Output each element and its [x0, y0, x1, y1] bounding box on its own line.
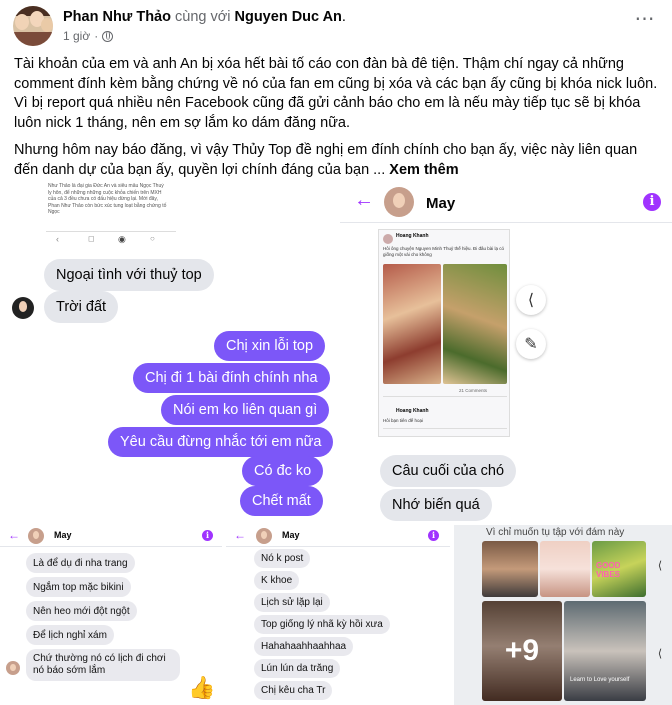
- message-bubble: Ngắm top mặc bikini: [26, 577, 131, 597]
- contact-name: May: [426, 195, 456, 212]
- message-bubble: Có đc ko: [242, 456, 324, 486]
- message-bubble: Trời đất: [44, 291, 119, 323]
- info-icon[interactable]: i: [202, 530, 213, 541]
- info-icon[interactable]: i: [643, 193, 661, 211]
- share-icon[interactable]: ⟨: [516, 285, 546, 315]
- message-bubble: Chết mất: [240, 486, 323, 516]
- message-bubble: Chị kêu cha Tr: [254, 681, 333, 700]
- message-bubble: Để lịch nghỉ xám: [26, 625, 114, 645]
- tagged-name[interactable]: Nguyen Duc An: [235, 9, 342, 25]
- photo-grid: Như Thảo là đại gia Đức An và siêu mẫu N…: [0, 183, 672, 705]
- thumbnail: [540, 541, 590, 597]
- tagged-suffix: .: [341, 9, 346, 25]
- post-header: Phan Như Thảo cùng với Nguyen Duc An. 1 …: [0, 0, 672, 48]
- shared-author: Hoang Khanh: [396, 233, 429, 239]
- see-more-link[interactable]: Xem thêm: [389, 162, 458, 178]
- message-bubble: Lịch sử lặp lại: [254, 593, 330, 612]
- shared-author-avatar: [383, 234, 393, 244]
- contact-name: May: [282, 530, 300, 540]
- shared-text-2: Hôi bạn tiên đế hoại: [383, 418, 424, 423]
- sender-avatar: [12, 297, 34, 319]
- message-bubble: Là để dụ đi nha trang: [26, 553, 135, 573]
- message-bubble: Nó k post: [254, 549, 311, 568]
- post-paragraph-1: Tài khoản của em và anh An bị xóa hết bà…: [14, 56, 658, 131]
- author-name[interactable]: Phan Như Thảo: [63, 9, 171, 25]
- shared-text: Hôi ông chuyện Nguyen Minh Thuỷ thế hiệu…: [383, 246, 504, 257]
- message-bubble: Lún lún da trăng: [254, 659, 341, 678]
- message-bubble: Yêu cầu đừng nhắc tới em nữa: [108, 427, 334, 457]
- photo-5[interactable]: Vì chỉ muốn tụ tập với đám này GOOD VIBE…: [454, 525, 672, 705]
- article-nav-bar: ‹ ◻ ◉ ○: [46, 231, 176, 245]
- nav-circle-icon: ○: [150, 234, 155, 243]
- tab-bar: [383, 428, 507, 436]
- comments-count: 21 Comments: [459, 388, 488, 393]
- contact-avatar: [28, 528, 44, 544]
- post-paragraph-2: Nhưng hôm nay báo đăng, vì vậy Thủy Top …: [14, 141, 664, 180]
- shared-post: Hoang Khanh Hôi ông chuyện Nguyen Minh T…: [378, 229, 510, 437]
- message-bubble: Ngoại tình với thuỷ top: [44, 259, 214, 291]
- photo-1[interactable]: Như Thảo là đại gia Đức An và siêu mẫu N…: [0, 183, 336, 522]
- post-paragraph-2-text: Nhưng hôm nay báo đăng, vì vậy Thủy Top …: [14, 142, 638, 178]
- nav-back-icon: ‹: [56, 234, 59, 244]
- shared-author-2: Hoang Khanh: [396, 408, 429, 414]
- food-photo: [443, 264, 507, 384]
- message-bubble: Hahahaahhaahhaa: [254, 637, 354, 656]
- post-meta: 1 giờ ·: [63, 29, 114, 43]
- facebook-post: Phan Như Thảo cùng với Nguyen Duc An. 1 …: [0, 0, 672, 705]
- food-photo: [383, 264, 441, 384]
- post-text: Tài khoản của em và anh An bị xóa hết bà…: [14, 55, 664, 189]
- meta-separator: ·: [94, 29, 99, 43]
- author-avatar[interactable]: [13, 6, 53, 46]
- photo-text: Learn to Love yourself: [570, 677, 630, 683]
- message-bubble: Nên heo mới đột ngột: [26, 601, 137, 621]
- post-action-bar: [383, 396, 507, 404]
- nav-home-icon: ◻: [88, 234, 95, 243]
- edit-icon[interactable]: ✎: [516, 329, 546, 359]
- message-bubble: Chị đi 1 bài đính chính nha: [133, 363, 330, 393]
- sticker-text: GOOD VIBES: [596, 561, 621, 579]
- thumbs-up-icon[interactable]: 👍: [188, 675, 215, 701]
- back-arrow-icon[interactable]: ←: [234, 528, 246, 542]
- post-time[interactable]: 1 giờ: [63, 29, 90, 43]
- more-photos-overlay[interactable]: +9: [482, 601, 562, 701]
- thumbnail: +9: [482, 601, 562, 701]
- share-icon[interactable]: ⟨: [650, 555, 670, 575]
- globe-icon[interactable]: [102, 30, 114, 42]
- contact-avatar: [384, 187, 414, 217]
- story-caption: Vì chỉ muốn tụ tập với đám này: [486, 527, 625, 538]
- article-snippet: Như Thảo là đại gia Đức An và siêu mẫu N…: [48, 183, 167, 215]
- with-text: cùng với: [175, 9, 231, 25]
- sender-avatar: [6, 661, 20, 675]
- message-bubble: Top giống lý nhã kỳ hồi xưa: [254, 615, 390, 634]
- photo-2[interactable]: ← May i Hoang Khanh Hôi ông chuyện Nguye…: [340, 183, 672, 522]
- chat-header: ← May i: [226, 525, 450, 547]
- message-bubble: Câu cuối của chó: [380, 455, 517, 487]
- thumbnail: GOOD VIBES: [592, 541, 646, 597]
- photo-4[interactable]: ← May i Nó k post K khoe Lịch sử lặp lại…: [226, 525, 450, 705]
- thumbnail: Learn to Love yourself: [564, 601, 646, 701]
- message-bubble: Chị xin lỗi top: [214, 331, 326, 361]
- back-arrow-icon[interactable]: ←: [354, 189, 374, 212]
- more-options-icon[interactable]: ⋯: [630, 9, 660, 34]
- contact-name: May: [54, 530, 72, 540]
- message-bubble: Nhớ biến quá: [380, 489, 492, 521]
- message-bubble: Chứ thường nó có lịch đi chơi nó báo sớm…: [26, 649, 180, 681]
- share-icon[interactable]: ⟨: [650, 643, 670, 663]
- message-bubble: Nói em ko liên quan gì: [161, 395, 330, 425]
- info-icon[interactable]: i: [428, 530, 439, 541]
- back-arrow-icon[interactable]: ←: [8, 528, 20, 542]
- nav-eye-icon: ◉: [118, 234, 126, 244]
- thumbnail: [482, 541, 538, 597]
- chat-header: ← May i: [0, 525, 222, 547]
- chat-header: ← May i: [340, 183, 672, 223]
- contact-avatar: [256, 528, 272, 544]
- message-bubble: K khoe: [254, 571, 300, 590]
- photo-3[interactable]: ← May i Là để dụ đi nha trang Ngắm top m…: [0, 525, 222, 705]
- post-author-line: Phan Như Thảo cùng với Nguyen Duc An.: [63, 9, 346, 25]
